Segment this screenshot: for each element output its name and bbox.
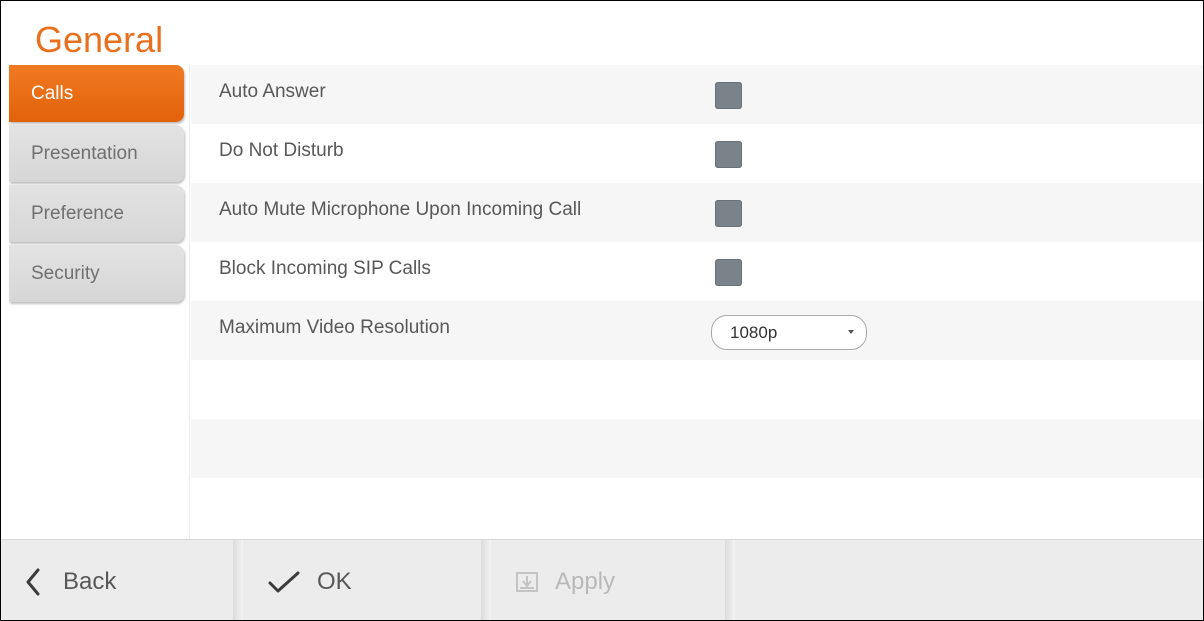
do-not-disturb-checkbox[interactable] xyxy=(715,141,742,168)
sidebar-item-label: Security xyxy=(31,262,100,284)
auto-mute-checkbox[interactable] xyxy=(715,200,742,227)
setting-row-max-resolution: Maximum Video Resolution 1080p xyxy=(191,301,1203,360)
auto-answer-checkbox[interactable] xyxy=(715,82,742,109)
sidebar: Calls Presentation Preference Security xyxy=(9,65,187,539)
footer-divider xyxy=(725,540,735,620)
footer-divider xyxy=(233,540,243,620)
chevron-left-icon xyxy=(26,568,40,595)
empty-row xyxy=(191,478,1203,539)
apply-button[interactable]: Apply xyxy=(491,540,725,620)
block-sip-label: Block Incoming SIP Calls xyxy=(219,258,431,279)
sidebar-divider xyxy=(189,65,190,539)
sidebar-item-calls[interactable]: Calls xyxy=(9,65,184,122)
setting-row-block-sip: Block Incoming SIP Calls xyxy=(191,242,1203,301)
empty-row xyxy=(191,360,1203,419)
sidebar-item-presentation[interactable]: Presentation xyxy=(9,125,184,182)
sidebar-item-label: Calls xyxy=(31,82,74,104)
setting-row-auto-answer: Auto Answer xyxy=(191,65,1203,124)
caret-down-icon xyxy=(848,330,854,334)
apply-icon xyxy=(516,571,538,592)
max-resolution-select[interactable]: 1080p xyxy=(711,315,867,350)
block-sip-checkbox[interactable] xyxy=(715,259,742,286)
settings-window: General Calls Presentation Preference Se… xyxy=(0,0,1204,621)
apply-button-label: Apply xyxy=(555,567,616,595)
back-button[interactable]: Back xyxy=(1,540,233,620)
ok-button-label: OK xyxy=(317,567,352,595)
sidebar-item-security[interactable]: Security xyxy=(9,245,184,302)
auto-mute-label: Auto Mute Microphone Upon Incoming Call xyxy=(219,199,582,220)
max-resolution-value: 1080p xyxy=(730,323,778,342)
sidebar-item-preference[interactable]: Preference xyxy=(9,185,184,242)
setting-row-do-not-disturb: Do Not Disturb xyxy=(191,124,1203,183)
back-button-label: Back xyxy=(63,567,117,595)
page-title: General xyxy=(35,19,164,60)
setting-row-auto-mute: Auto Mute Microphone Upon Incoming Call xyxy=(191,183,1203,242)
footer-divider xyxy=(481,540,491,620)
empty-row xyxy=(191,419,1203,478)
auto-answer-label: Auto Answer xyxy=(219,81,326,102)
checkmark-icon xyxy=(268,571,300,592)
sidebar-item-label: Presentation xyxy=(31,142,138,164)
ok-button[interactable]: OK xyxy=(243,540,481,620)
do-not-disturb-label: Do Not Disturb xyxy=(219,140,344,161)
sidebar-item-label: Preference xyxy=(31,202,124,224)
max-resolution-label: Maximum Video Resolution xyxy=(219,317,450,338)
footer-toolbar: Back OK Apply xyxy=(1,539,1203,620)
